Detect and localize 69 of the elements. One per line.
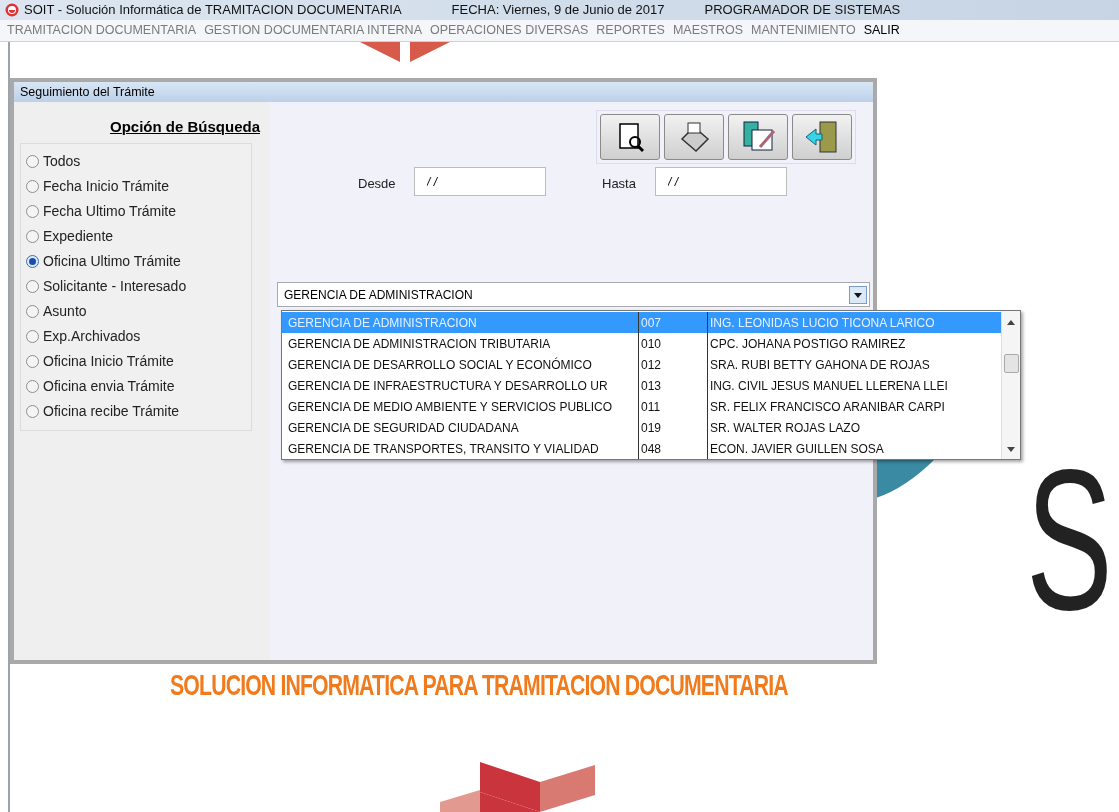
office-code-cell: 007 xyxy=(639,312,708,333)
office-name-cell: GERENCIA DE TRANSPORTES, TRANSITO Y VIALIDAD xyxy=(282,438,639,459)
dialog-title: Seguimiento del Trámite xyxy=(14,82,873,102)
office-head-cell-text: SR. WALTER ROJAS LAZO xyxy=(709,419,862,437)
office-name-cell: GERENCIA DE INFRAESTRUCTURA Y DESARROLLO UR xyxy=(282,375,639,396)
menu-item[interactable]: SALIR xyxy=(859,21,904,40)
radio-label[interactable]: Todos xyxy=(43,151,81,172)
office-row[interactable]: GERENCIA DE SEGURIDAD CIUDADANA 019 SR. WALTER ROJAS LAZO xyxy=(282,417,1001,438)
office-head-cell-text: SRA. RUBI BETTY GAHONA DE ROJAS xyxy=(709,356,931,374)
radio-button[interactable] xyxy=(26,255,39,268)
radio-button[interactable] xyxy=(26,205,39,218)
logo-letter: S xyxy=(1026,440,1113,640)
radio-button[interactable] xyxy=(26,380,39,393)
hasta-field[interactable]: / / xyxy=(655,167,787,196)
radio-button[interactable] xyxy=(26,305,39,318)
desde-label: Desde xyxy=(358,175,396,193)
office-row[interactable]: GERENCIA DE ADMINISTRACION TRIBUTARIA 010 CPC. JOHANA POSTIGO RAMIREZ xyxy=(282,333,1001,354)
radio-label[interactable]: Fecha Inicio Trámite xyxy=(43,176,170,197)
office-code-cell: 019 xyxy=(639,417,708,438)
radio-label[interactable]: Oficina Inicio Trámite xyxy=(43,351,174,372)
hasta-label: Hasta xyxy=(602,175,636,193)
office-name-cell: GERENCIA DE SEGURIDAD CIUDADANA xyxy=(282,417,639,438)
date-label: FECHA: Viernes, 9 de Junio de 2017 xyxy=(451,1,665,20)
office-name-cell: GERENCIA DE ADMINISTRACION TRIBUTARIA xyxy=(282,333,639,354)
office-code-cell: 048 xyxy=(639,438,708,459)
radio-label[interactable]: Exp.Archivados xyxy=(43,326,141,347)
office-code-cell: 012 xyxy=(639,354,708,375)
scrollbar-thumb[interactable] xyxy=(1004,354,1019,373)
radio-button[interactable] xyxy=(26,355,39,368)
toolbar-button[interactable] xyxy=(728,114,788,160)
office-combo[interactable]: GERENCIA DE ADMINISTRACION xyxy=(277,282,870,307)
scroll-up-icon[interactable] xyxy=(1007,320,1015,325)
radio-button[interactable] xyxy=(26,180,39,193)
scrollbar[interactable] xyxy=(1001,311,1020,459)
office-name-cell: GERENCIA DE ADMINISTRACION xyxy=(282,312,639,333)
desde-field[interactable]: / / xyxy=(414,167,546,196)
office-code-cell: 011 xyxy=(639,396,708,417)
office-name-cell: GERENCIA DE MEDIO AMBIENTE Y SERVICIOS PUBLICO xyxy=(282,396,639,417)
radio-label[interactable]: Fecha Ultimo Trámite xyxy=(43,201,177,222)
office-row[interactable]: GERENCIA DE MEDIO AMBIENTE Y SERVICIOS PUBLICO 011 SR. FELIX FRANCISCO ARANIBAR CARPI xyxy=(282,396,1001,417)
radio-button[interactable] xyxy=(26,280,39,293)
office-code-cell: 010 xyxy=(639,333,708,354)
radio-label[interactable]: Expediente xyxy=(43,226,114,247)
toolbar-button[interactable] xyxy=(600,114,660,160)
office-head-cell-text: ECON. JAVIER GUILLEN SOSA xyxy=(709,440,885,458)
radio-label[interactable]: Solicitante - Interesado xyxy=(43,276,187,297)
combo-value: GERENCIA DE ADMINISTRACION xyxy=(284,286,473,304)
radio-button[interactable] xyxy=(26,330,39,343)
radio-button[interactable] xyxy=(26,155,39,168)
office-row[interactable]: GERENCIA DE INFRAESTRUCTURA Y DESARROLLO UR 013 ING. CIVIL JESUS MANUEL LLERENA LLEI xyxy=(282,375,1001,396)
search-options-heading: Opción de Búsqueda xyxy=(109,117,261,137)
office-head-cell-text: ING. CIVIL JESUS MANUEL LLERENA LLEI xyxy=(709,377,949,395)
user-label: PROGRAMADOR DE SISTEMAS xyxy=(704,1,901,20)
radio-label[interactable]: Oficina envia Trámite xyxy=(43,376,175,397)
radio-label[interactable]: Asunto xyxy=(43,301,87,322)
office-name-cell: GERENCIA DE DESARROLLO SOCIAL Y ECONÓMICO xyxy=(282,354,639,375)
office-row[interactable]: GERENCIA DE DESARROLLO SOCIAL Y ECONÓMICO 012 SRA. RUBI BETTY GAHONA DE ROJAS xyxy=(282,354,1001,375)
office-head-cell-text: CPC. JOHANA POSTIGO RAMIREZ xyxy=(709,335,907,353)
tagline-text: SOLUCION INFORMATICA PARA TRAMITACION DOCUMENTARIA xyxy=(170,666,788,702)
office-row[interactable]: GERENCIA DE TRANSPORTES, TRANSITO Y VIALIDAD 048 ECON. JAVIER GUILLEN SOSA xyxy=(282,438,1001,459)
window-title: SOIT - Solución Informática de TRAMITACION DOCUMENTARIA xyxy=(24,1,402,20)
office-code-cell: 013 xyxy=(639,375,708,396)
radio-button[interactable] xyxy=(26,230,39,243)
radio-label[interactable]: Oficina Ultimo Trámite xyxy=(43,251,181,272)
radio-button[interactable] xyxy=(26,405,39,418)
office-head-cell-text: SR. FELIX FRANCISCO ARANIBAR CARPI xyxy=(709,398,946,416)
scroll-down-icon[interactable] xyxy=(1007,447,1015,452)
office-head-cell-text: ING. LEONIDAS LUCIO TICONA LARICO xyxy=(709,314,936,332)
radio-label[interactable]: Oficina recibe Trámite xyxy=(43,401,180,422)
